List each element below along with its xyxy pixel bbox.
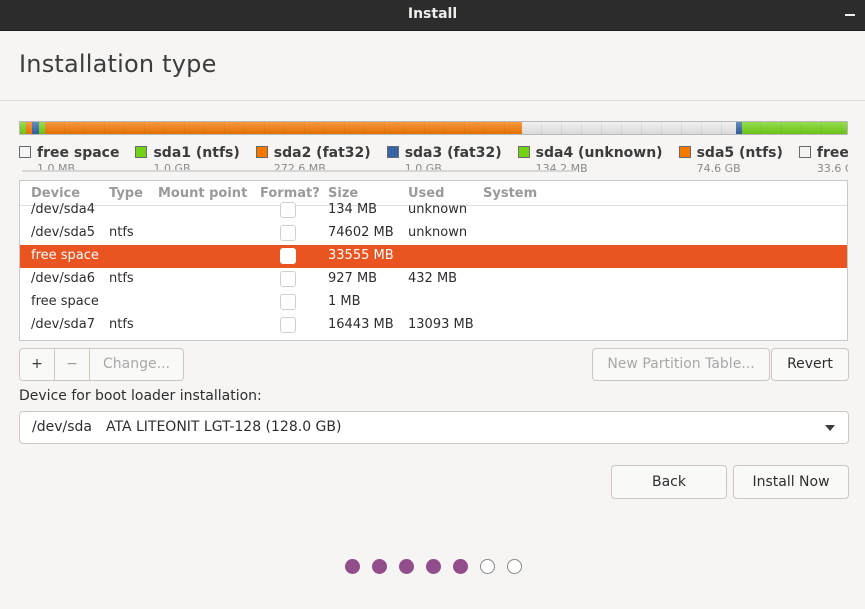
cell-device: /dev/sda4	[31, 202, 95, 217]
partition-bar	[19, 121, 848, 135]
cell-type: ntfs	[109, 317, 134, 332]
legend-size: 33.6 GB	[816, 162, 848, 174]
table-row[interactable]: /dev/sda7 ntfs 16443 MB 13093 MB	[20, 314, 847, 337]
table-row[interactable]: free space 1 MB	[20, 291, 847, 314]
table-row[interactable]: /dev/sda5 ntfs 74602 MB unknown	[20, 222, 847, 245]
cell-used: 13093 MB	[408, 317, 474, 332]
legend-item: sda5 (ntfs) 74.6 GB	[678, 142, 783, 174]
table-body: /dev/sda4 134 MB unknown/dev/sda5 ntfs 74602…	[20, 202, 847, 337]
table-row[interactable]: free space 33555 MB	[20, 245, 847, 268]
step-dot-complete	[345, 559, 360, 574]
minimize-icon[interactable]	[845, 14, 855, 16]
step-dot-complete	[453, 559, 468, 574]
column-device[interactable]: Device	[31, 186, 80, 201]
cell-size: 74602 MB	[328, 225, 394, 240]
legend-swatch-icon	[386, 146, 399, 158]
cell-device: /dev/sda7	[31, 317, 95, 332]
step-dot-complete	[372, 559, 387, 574]
cell-size: 33555 MB	[328, 248, 394, 263]
legend-size: 1.0 MB	[37, 162, 76, 174]
cell-device: free space	[31, 294, 99, 309]
legend-name: sda1 (ntfs)	[153, 145, 240, 161]
legend-size: 134.2 MB	[535, 162, 588, 174]
legend-size: 74.6 GB	[696, 162, 741, 174]
remove-partition-button[interactable]: −	[55, 349, 90, 380]
legend-name: sda3 (fat32)	[404, 145, 502, 161]
window-titlebar: Install	[0, 0, 865, 31]
partition-toolbar: + − Change...	[19, 348, 184, 381]
legend-name: sda5 (ntfs)	[696, 145, 783, 161]
legend-swatch-icon	[798, 146, 811, 158]
format-checkbox[interactable]	[280, 248, 296, 264]
change-partition-button[interactable]: Change...	[90, 349, 183, 380]
partition-bar-segment	[44, 122, 522, 134]
cell-size: 134 MB	[328, 202, 378, 217]
cell-size: 1 MB	[328, 294, 361, 309]
cell-device: /dev/sda6	[31, 271, 95, 286]
legend-scrollbar[interactable]	[22, 170, 575, 172]
revert-button[interactable]: Revert	[771, 348, 849, 381]
legend-item: free space33.6 GB	[798, 142, 848, 174]
format-checkbox[interactable]	[280, 225, 296, 241]
cell-device: free space	[31, 248, 99, 263]
format-checkbox[interactable]	[280, 294, 296, 310]
format-checkbox[interactable]	[280, 202, 296, 218]
format-checkbox[interactable]	[280, 271, 296, 287]
dropdown-arrow-icon	[825, 425, 835, 431]
legend-name: sda2 (fat32)	[273, 145, 371, 161]
partition-bar-segment	[521, 122, 737, 134]
cell-device: /dev/sda5	[31, 225, 95, 240]
column-used[interactable]: Used	[408, 186, 444, 201]
window-title: Install	[407, 6, 458, 22]
bootloader-device: /dev/sda	[32, 419, 92, 435]
column-type[interactable]: Type	[109, 186, 143, 201]
bootloader-model: ATA LITEONIT LGT-128 (128.0 GB)	[105, 419, 342, 435]
step-dot-pending	[480, 559, 495, 574]
legend-swatch-icon	[517, 146, 530, 158]
step-progress-indicator	[345, 559, 522, 574]
legend-size: 1.0 GB	[153, 162, 191, 174]
table-row[interactable]: /dev/sda6 ntfs 927 MB 432 MB	[20, 268, 847, 291]
legend-swatch-icon	[255, 146, 268, 158]
partition-table: Device Type Mount point Format? Size Use…	[19, 180, 848, 341]
column-size[interactable]: Size	[328, 186, 358, 201]
legend-size: 272.6 MB	[273, 162, 326, 174]
legend-name: sda4 (unknown)	[535, 145, 663, 161]
install-now-button[interactable]: Install Now	[733, 465, 849, 499]
cell-used: unknown	[408, 225, 468, 240]
cell-size: 16443 MB	[328, 317, 394, 332]
legend-name: free space	[37, 145, 120, 161]
add-partition-button[interactable]: +	[20, 349, 55, 380]
header-divider	[0, 100, 865, 101]
step-dot-pending	[507, 559, 522, 574]
column-format[interactable]: Format?	[260, 186, 320, 201]
cell-size: 927 MB	[328, 271, 378, 286]
step-dot-complete	[399, 559, 414, 574]
legend-name: free space	[816, 145, 848, 161]
cell-used: 432 MB	[408, 271, 458, 286]
column-system[interactable]: System	[483, 186, 537, 201]
format-checkbox[interactable]	[280, 317, 296, 333]
new-partition-table-button[interactable]: New Partition Table...	[592, 348, 770, 381]
bootloader-device-select[interactable]: /dev/sda ATA LITEONIT LGT-128 (128.0 GB)	[19, 411, 849, 444]
legend-size: 1.0 GB	[404, 162, 442, 174]
table-row[interactable]: /dev/sda4 134 MB unknown	[20, 202, 847, 222]
bootloader-label: Device for boot loader installation:	[19, 388, 262, 404]
column-mount-point[interactable]: Mount point	[158, 186, 247, 201]
partition-bar-segment	[742, 122, 847, 134]
step-dot-complete	[426, 559, 441, 574]
legend-swatch-icon	[135, 146, 148, 158]
page-title: Installation type	[19, 50, 217, 78]
cell-used: unknown	[408, 202, 468, 217]
legend-swatch-icon	[19, 146, 31, 158]
cell-type: ntfs	[109, 225, 134, 240]
cell-type: ntfs	[109, 271, 134, 286]
back-button[interactable]: Back	[611, 465, 727, 499]
legend-swatch-icon	[678, 146, 691, 158]
